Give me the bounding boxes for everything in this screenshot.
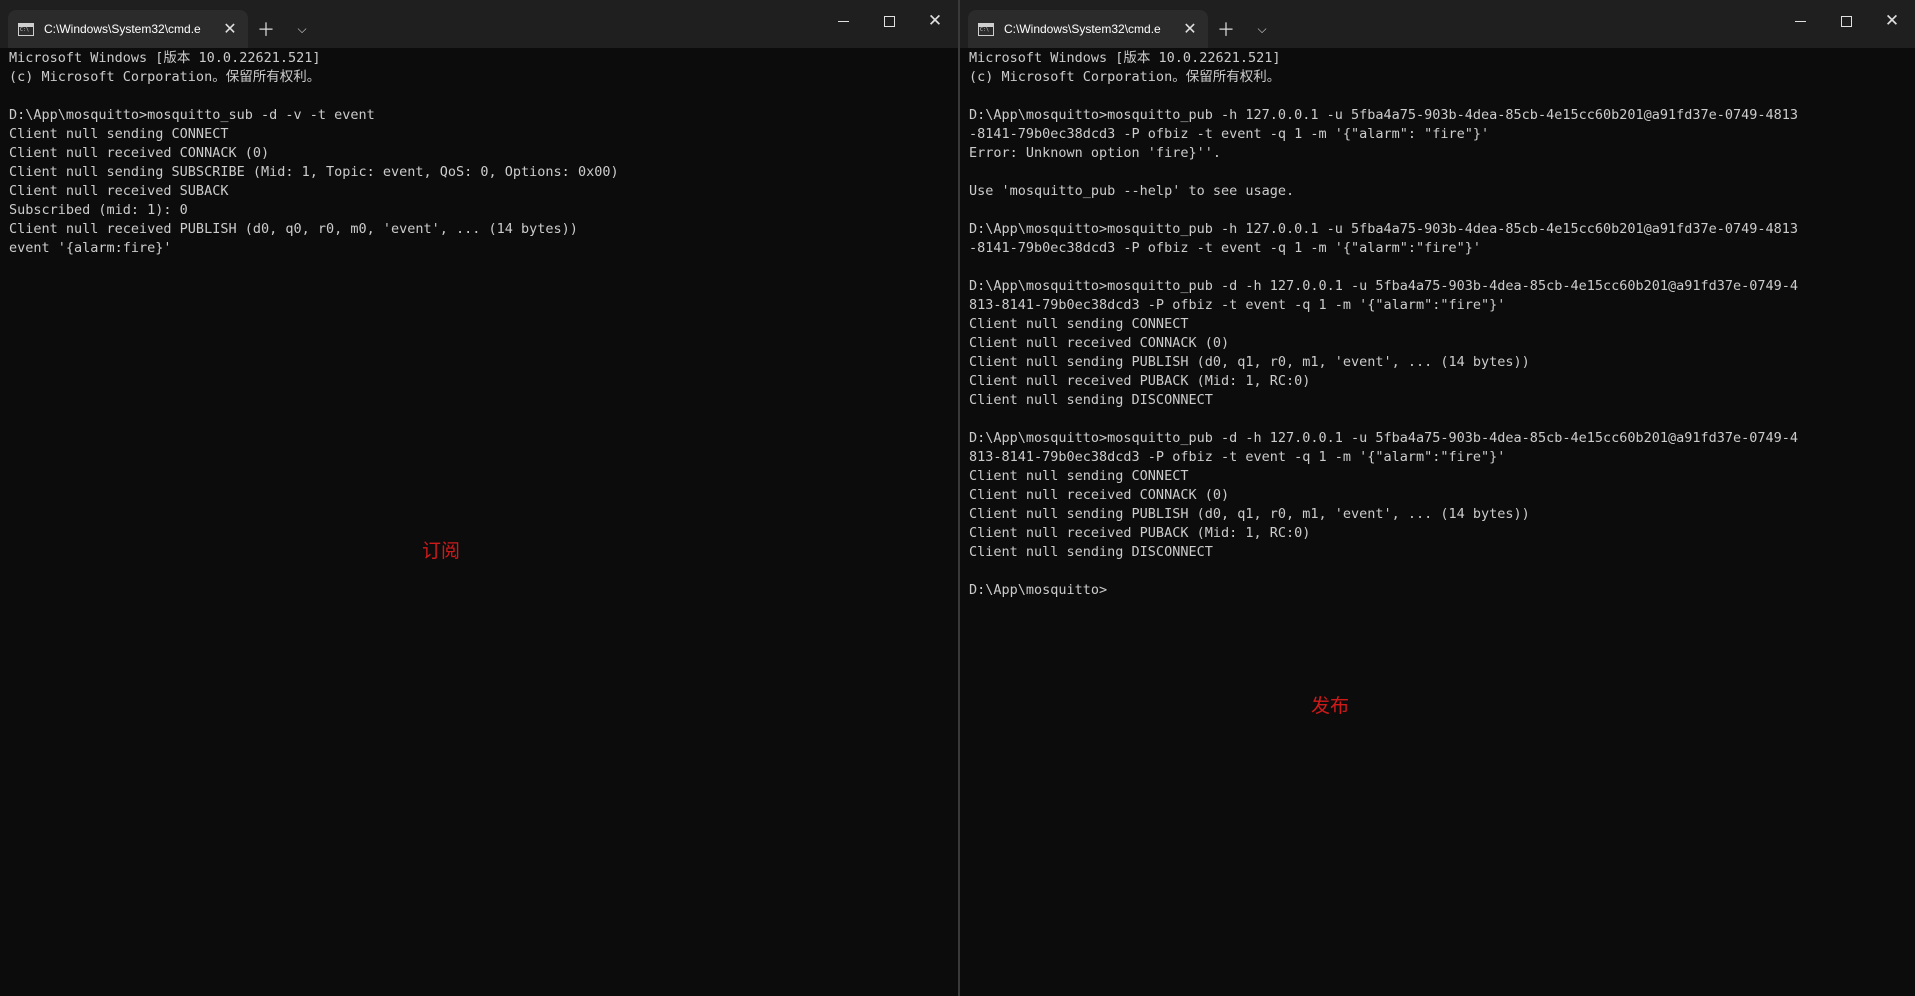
maximize-icon — [1840, 15, 1852, 27]
close-tab-button[interactable]: ✕ — [222, 21, 238, 37]
maximize-button[interactable] — [866, 0, 912, 42]
tab-dropdown-button[interactable]: ⌵ — [1244, 10, 1280, 48]
new-tab-button[interactable]: ＋ — [248, 10, 284, 48]
maximize-icon — [883, 15, 895, 27]
terminal-output[interactable]: Microsoft Windows [版本 10.0.22621.521] (c)… — [969, 49, 1909, 996]
cmd-terminal-icon — [978, 22, 994, 36]
terminal-line: D:\App\mosquitto>mosquitto_pub -d -h 127… — [969, 430, 1799, 446]
subscriber-terminal-window[interactable]: C:\Windows\System32\cmd.e ✕ ＋ ⌵ ✕ Micros… — [0, 0, 960, 996]
terminal-line: Client null received CONNACK (0) — [9, 145, 270, 161]
new-tab-button[interactable]: ＋ — [1208, 10, 1244, 48]
desktop: C:\Windows\System32\cmd.e ✕ ＋ ⌵ ✕ Micros… — [0, 0, 1915, 996]
close-icon: ✕ — [1183, 19, 1197, 38]
terminal-line: Client null received PUBACK (Mid: 1, RC:… — [969, 373, 1311, 389]
maximize-button[interactable] — [1823, 0, 1869, 42]
terminal-line: Client null sending PUBLISH (d0, q1, r0,… — [969, 506, 1530, 522]
terminal-line: Client null sending CONNECT — [969, 468, 1189, 484]
window-controls: ✕ — [820, 0, 958, 42]
terminal-line: Client null received CONNACK (0) — [969, 335, 1230, 351]
terminal-line: D:\App\mosquitto>mosquitto_pub -h 127.0.… — [969, 221, 1799, 237]
terminal-line: D:\App\mosquitto>mosquitto_sub -d -v -t … — [9, 107, 375, 123]
tab-dropdown-button[interactable]: ⌵ — [284, 10, 320, 48]
terminal-line: Client null received CONNACK (0) — [969, 487, 1230, 503]
chevron-down-icon: ⌵ — [1257, 21, 1267, 36]
window-controls: ✕ — [1777, 0, 1915, 42]
close-window-button[interactable]: ✕ — [912, 0, 958, 42]
close-icon: ✕ — [223, 19, 237, 38]
plus-icon: ＋ — [1217, 20, 1235, 41]
tab-cmd[interactable]: C:\Windows\System32\cmd.e ✕ — [8, 10, 248, 48]
terminal-line: (c) Microsoft Corporation。保留所有权利。 — [9, 69, 321, 85]
plus-icon: ＋ — [257, 20, 275, 41]
terminal-line: 813-8141-79b0ec38dcd3 -P ofbiz -t event … — [969, 297, 1506, 313]
terminal-line: Subscribed (mid: 1): 0 — [9, 202, 188, 218]
close-window-button[interactable]: ✕ — [1869, 0, 1915, 42]
tab-title: C:\Windows\System32\cmd.e — [44, 22, 201, 36]
close-icon: ✕ — [1884, 10, 1900, 31]
minimize-icon — [837, 20, 849, 22]
chevron-down-icon: ⌵ — [297, 21, 307, 36]
close-icon: ✕ — [927, 10, 943, 31]
terminal-line: Client null sending DISCONNECT — [969, 544, 1213, 560]
terminal-line: -8141-79b0ec38dcd3 -P ofbiz -t event -q … — [969, 126, 1490, 142]
terminal-line: Client null sending PUBLISH (d0, q1, r0,… — [969, 354, 1530, 370]
terminal-line: D:\App\mosquitto>mosquitto_pub -h 127.0.… — [969, 107, 1799, 123]
title-bar[interactable]: C:\Windows\System32\cmd.e ✕ ＋ ⌵ ✕ — [0, 0, 958, 48]
terminal-line: Client null received PUBLISH (d0, q0, r0… — [9, 221, 578, 237]
terminal-line: -8141-79b0ec38dcd3 -P ofbiz -t event -q … — [969, 240, 1482, 256]
cmd-terminal-icon — [18, 22, 34, 36]
terminal-line: Client null sending DISCONNECT — [969, 392, 1213, 408]
terminal-line: Client null sending CONNECT — [9, 126, 229, 142]
publisher-terminal-window[interactable]: C:\Windows\System32\cmd.e ✕ ＋ ⌵ ✕ Micros… — [960, 0, 1915, 996]
terminal-line: Error: Unknown option 'fire}''. — [969, 145, 1221, 161]
terminal-line: (c) Microsoft Corporation。保留所有权利。 — [969, 69, 1281, 85]
terminal-line: Microsoft Windows [版本 10.0.22621.521] — [969, 50, 1281, 66]
annotation-label: 发布 — [1311, 695, 1350, 717]
terminal-output[interactable]: Microsoft Windows [版本 10.0.22621.521] (c)… — [9, 49, 952, 996]
terminal-line: Client null sending CONNECT — [969, 316, 1189, 332]
terminal-line: Client null received PUBACK (Mid: 1, RC:… — [969, 525, 1311, 541]
close-tab-button[interactable]: ✕ — [1182, 21, 1198, 37]
minimize-button[interactable] — [820, 0, 866, 42]
terminal-line: Use 'mosquitto_pub --help' to see usage. — [969, 183, 1295, 199]
terminal-line: Microsoft Windows [版本 10.0.22621.521] — [9, 50, 321, 66]
minimize-icon — [1794, 20, 1806, 22]
terminal-line: D:\App\mosquitto> — [969, 582, 1108, 598]
terminal-line: Client null received SUBACK — [9, 183, 229, 199]
tab-cmd[interactable]: C:\Windows\System32\cmd.e ✕ — [968, 10, 1208, 48]
title-bar[interactable]: C:\Windows\System32\cmd.e ✕ ＋ ⌵ ✕ — [960, 0, 1915, 48]
terminal-line: 813-8141-79b0ec38dcd3 -P ofbiz -t event … — [969, 449, 1506, 465]
tab-title: C:\Windows\System32\cmd.e — [1004, 22, 1161, 36]
minimize-button[interactable] — [1777, 0, 1823, 42]
terminal-line: Client null sending SUBSCRIBE (Mid: 1, T… — [9, 164, 619, 180]
terminal-line: event '{alarm:fire}' — [9, 240, 172, 256]
annotation-label: 订阅 — [422, 540, 461, 562]
terminal-line: D:\App\mosquitto>mosquitto_pub -d -h 127… — [969, 278, 1799, 294]
